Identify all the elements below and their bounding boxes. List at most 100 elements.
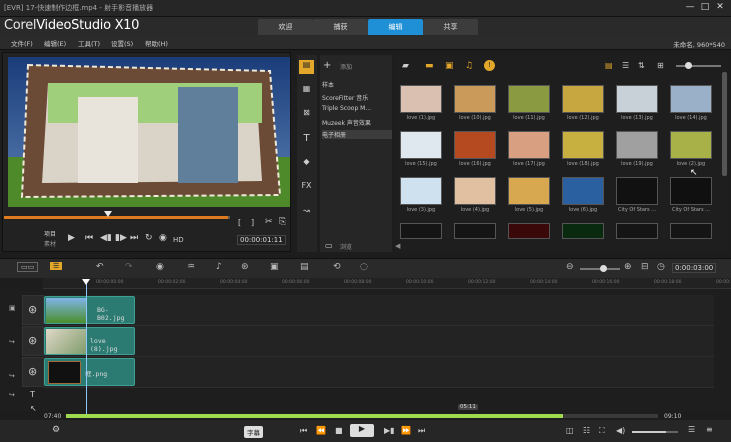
tab-capture[interactable]: 捕获 bbox=[313, 19, 368, 35]
track-manager-icon[interactable]: ▣ bbox=[9, 304, 16, 312]
photo-filter-icon[interactable]: ▣ bbox=[445, 61, 454, 71]
list-view-icon[interactable]: ☰ bbox=[622, 61, 629, 70]
fx-icon[interactable]: FX bbox=[299, 181, 314, 195]
end-icon[interactable]: ⏭ bbox=[130, 233, 138, 243]
category-item[interactable]: ScoreFitter 音乐 bbox=[322, 93, 392, 102]
menu-edit[interactable]: 编辑(E) bbox=[44, 38, 66, 48]
ripple-icon[interactable]: ↪ bbox=[9, 391, 15, 399]
category-item[interactable]: Muzeek 声音效果 bbox=[322, 118, 392, 127]
skip-forward-icon[interactable]: ⏭ bbox=[418, 426, 425, 436]
snapshot-icon[interactable]: ◫ bbox=[566, 426, 574, 435]
overlay-track-header[interactable]: ⊛ bbox=[22, 326, 44, 356]
timeline-ruler[interactable] bbox=[43, 278, 731, 289]
fit-project-icon[interactable]: ⊟ bbox=[641, 262, 649, 272]
speaker-icon[interactable]: ◀) bbox=[616, 426, 625, 435]
subtitle-button[interactable]: 字幕 bbox=[244, 426, 263, 438]
playhead-handle[interactable] bbox=[82, 279, 90, 285]
add-icon[interactable]: + bbox=[323, 60, 331, 71]
subtitle-editor-icon[interactable]: ▣ bbox=[270, 262, 279, 272]
close-button[interactable]: ✕ bbox=[714, 2, 726, 13]
motion-tracking-icon[interactable]: ⊛ bbox=[241, 262, 249, 272]
mask-creator-icon[interactable]: ◌ bbox=[360, 262, 368, 272]
voice-track-icon[interactable]: ↖ bbox=[30, 404, 37, 413]
mark-in-icon[interactable]: [ bbox=[238, 218, 241, 227]
copy-icon[interactable]: ⎘ bbox=[279, 217, 286, 227]
redo-icon[interactable]: ↷ bbox=[125, 262, 133, 272]
thumb-size-knob[interactable] bbox=[685, 62, 692, 69]
video-filter-icon[interactable]: ▬ bbox=[425, 61, 434, 71]
step-forward-icon[interactable]: ▶▮ bbox=[384, 426, 395, 435]
sort-icon[interactable]: ⇅ bbox=[638, 61, 645, 70]
timeline-view-icon[interactable]: ☰ bbox=[50, 262, 63, 270]
menu-icon[interactable]: ≡ bbox=[706, 425, 713, 434]
category-item[interactable]: Triple Scoop M... bbox=[322, 105, 392, 112]
title-icon[interactable]: T bbox=[299, 133, 314, 147]
play-icon[interactable]: ▶ bbox=[68, 233, 75, 243]
thumb-view-icon[interactable]: ▤ bbox=[605, 61, 613, 70]
menu-help[interactable]: 帮助(H) bbox=[145, 38, 168, 48]
folder-icon[interactable]: ▰ bbox=[402, 61, 409, 71]
split-icon[interactable]: ✂ bbox=[265, 217, 273, 227]
zoom-out-icon[interactable]: ⊖ bbox=[566, 262, 574, 272]
thumb-size-slider[interactable] bbox=[676, 65, 721, 67]
overlay2-track-header[interactable]: ⊛ bbox=[22, 357, 44, 387]
repeat-icon[interactable]: ↻ bbox=[145, 233, 153, 243]
stop-icon[interactable]: ■ bbox=[335, 426, 343, 435]
storyboard-view-icon[interactable]: ▭▭ bbox=[17, 262, 39, 272]
title-track-icon[interactable]: T bbox=[30, 390, 35, 399]
prev-frame-icon[interactable]: ◀▮ bbox=[100, 233, 112, 243]
clip-bg[interactable]: BG-B02.jpg bbox=[44, 296, 135, 324]
next-frame-icon[interactable]: ▮▶ bbox=[115, 233, 127, 243]
category-item-selected[interactable]: 电子相册 bbox=[322, 130, 392, 139]
chapter-icon[interactable]: ↪ bbox=[9, 338, 15, 346]
preview-window[interactable] bbox=[8, 57, 290, 207]
auto-music-icon[interactable]: ♪ bbox=[216, 262, 222, 272]
timeline-scroll-thumb[interactable] bbox=[66, 414, 563, 418]
fast-forward-icon[interactable]: ⏩ bbox=[401, 426, 411, 435]
fullscreen-icon[interactable]: ⛶ bbox=[599, 426, 605, 436]
clip-photo[interactable]: love (8).jpg bbox=[44, 327, 135, 355]
bottom-play-button[interactable]: ▶ bbox=[350, 424, 374, 437]
eq-icon[interactable]: ☰ bbox=[688, 425, 695, 434]
rewind-icon[interactable]: ⏪ bbox=[316, 426, 326, 435]
timeline-timecode[interactable]: 0:00:03:00 bbox=[672, 263, 717, 273]
settings-icon[interactable]: ⚙ bbox=[52, 425, 60, 435]
record-capture-icon[interactable]: ◉ bbox=[156, 262, 164, 272]
tab-share[interactable]: 共享 bbox=[423, 19, 478, 35]
audio-filter-icon[interactable]: ♫ bbox=[465, 61, 473, 71]
add-label[interactable]: 添加 bbox=[340, 62, 352, 71]
volume-icon[interactable]: ◉ bbox=[159, 233, 167, 243]
panel-collapse-icon[interactable]: ◀ bbox=[395, 242, 400, 250]
effect-filter-icon[interactable]: ! bbox=[484, 60, 495, 71]
undo-icon[interactable]: ↶ bbox=[96, 262, 104, 272]
mark-out-icon[interactable]: ] bbox=[251, 218, 254, 227]
player-timecode[interactable]: 00:00:01:11 bbox=[237, 235, 286, 245]
path-icon[interactable]: ↝ bbox=[299, 206, 314, 220]
tab-edit[interactable]: 编辑 bbox=[368, 19, 423, 35]
sound-mixer-icon[interactable]: ♒ bbox=[187, 262, 195, 272]
tab-welcome[interactable]: 欢迎 bbox=[258, 19, 313, 35]
time-remap-icon[interactable]: ⟲ bbox=[333, 262, 341, 272]
mode-project-label[interactable]: 项目 bbox=[44, 229, 56, 238]
instant-project-icon[interactable]: ▦ bbox=[299, 84, 314, 98]
home-icon[interactable]: ⏮ bbox=[85, 233, 93, 243]
import-icon[interactable]: ⊞ bbox=[657, 61, 664, 70]
browse-icon[interactable]: ▭ bbox=[325, 241, 333, 250]
mode-clip-label[interactable]: 素材 bbox=[44, 239, 56, 248]
lock-icon[interactable]: ↪ bbox=[9, 372, 15, 380]
minimize-button[interactable]: — bbox=[684, 2, 696, 13]
player-scrubber[interactable] bbox=[104, 211, 112, 217]
menu-settings[interactable]: 设置(S) bbox=[111, 38, 133, 48]
zoom-in-icon[interactable]: ⊕ bbox=[624, 262, 632, 272]
category-item[interactable]: 样本 bbox=[322, 80, 392, 89]
skip-back-icon[interactable]: ⏮ bbox=[300, 426, 307, 436]
media-icon[interactable]: ▤ bbox=[299, 60, 314, 74]
timeline-playhead[interactable] bbox=[86, 279, 87, 414]
browse-label[interactable]: 浏览 bbox=[340, 242, 352, 251]
library-scrollbar[interactable] bbox=[722, 72, 727, 176]
graphic-icon[interactable]: ◆ bbox=[299, 157, 314, 171]
list-icon[interactable]: ☷ bbox=[583, 426, 590, 435]
multi-camera-icon[interactable]: ▤ bbox=[300, 262, 309, 272]
clip-frame[interactable]: 框.png bbox=[44, 358, 135, 386]
transition-icon[interactable]: ⊠ bbox=[299, 108, 314, 122]
